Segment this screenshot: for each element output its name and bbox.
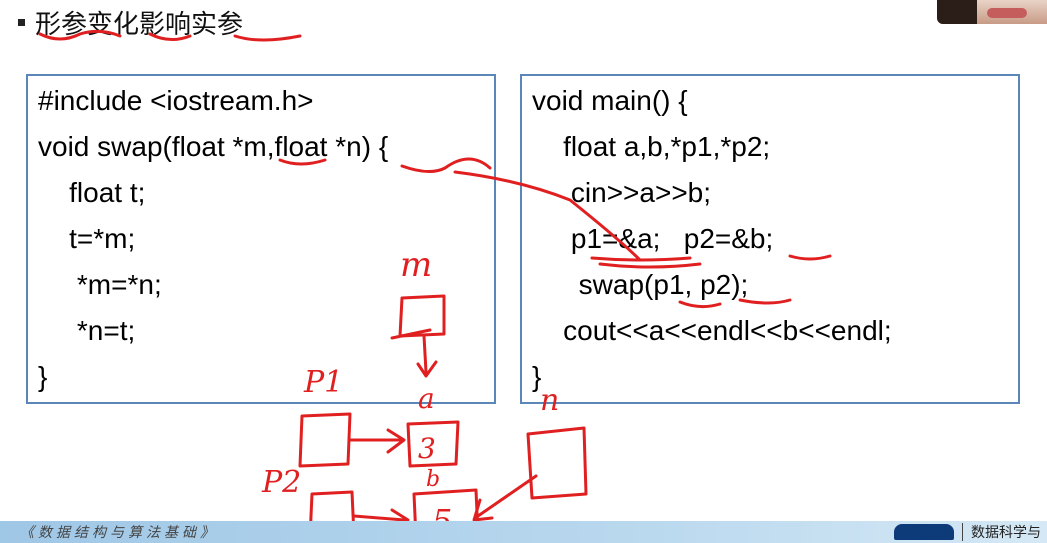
- presenter-video: [937, 0, 1047, 24]
- ink-underline: [233, 34, 302, 42]
- code-line: }: [38, 361, 48, 392]
- ink-label-p2: P2: [261, 465, 301, 500]
- code-line: #include <iostream.h>: [38, 85, 314, 116]
- code-line: float t;: [38, 177, 146, 208]
- footer-brand: 数据科学与: [894, 521, 1047, 543]
- slide-footer: 《数据结构与算法基础》 数据科学与: [0, 521, 1047, 543]
- ink-arrow: [348, 428, 406, 454]
- code-line: cout<<a<<endl<<b<<endl;: [532, 315, 892, 346]
- slide-title: 形参变化影响实参: [18, 4, 243, 40]
- code-line: void main() {: [532, 85, 688, 116]
- code-line: void swap(float *m,float *n) {: [38, 131, 389, 162]
- code-line: t=*m;: [38, 223, 136, 254]
- slide-title-text: 形参变化影响实参: [35, 9, 244, 40]
- bullet-icon: [18, 18, 25, 26]
- code-line: cin>>a>>b;: [532, 177, 712, 208]
- code-line: *m=*n;: [38, 269, 162, 300]
- presenter-mouth: [987, 8, 1027, 18]
- university-logo-icon: [894, 524, 954, 540]
- ink-arrow: [472, 474, 538, 522]
- presenter-hair: [937, 0, 977, 24]
- code-line: *n=t;: [38, 315, 136, 346]
- code-box-main: void main() { float a,b,*p1,*p2; cin>>a>…: [520, 74, 1020, 404]
- ink-box: [298, 412, 352, 468]
- ink-box: [526, 426, 588, 500]
- footer-department: 数据科学与: [971, 525, 1041, 541]
- ink-label-b: b: [426, 467, 440, 492]
- footer-course-title: 《数据结构与算法基础》: [20, 525, 218, 541]
- ink-box: [406, 420, 460, 468]
- code-line: }: [532, 361, 542, 392]
- code-line: p1=&a; p2=&b;: [532, 223, 774, 254]
- footer-divider: [962, 523, 963, 541]
- code-box-swap: #include <iostream.h> void swap(float *m…: [26, 74, 496, 404]
- code-line: float a,b,*p1,*p2;: [532, 131, 771, 162]
- ink-value-a: 3: [418, 432, 436, 465]
- code-line: swap(p1, p2);: [532, 269, 749, 300]
